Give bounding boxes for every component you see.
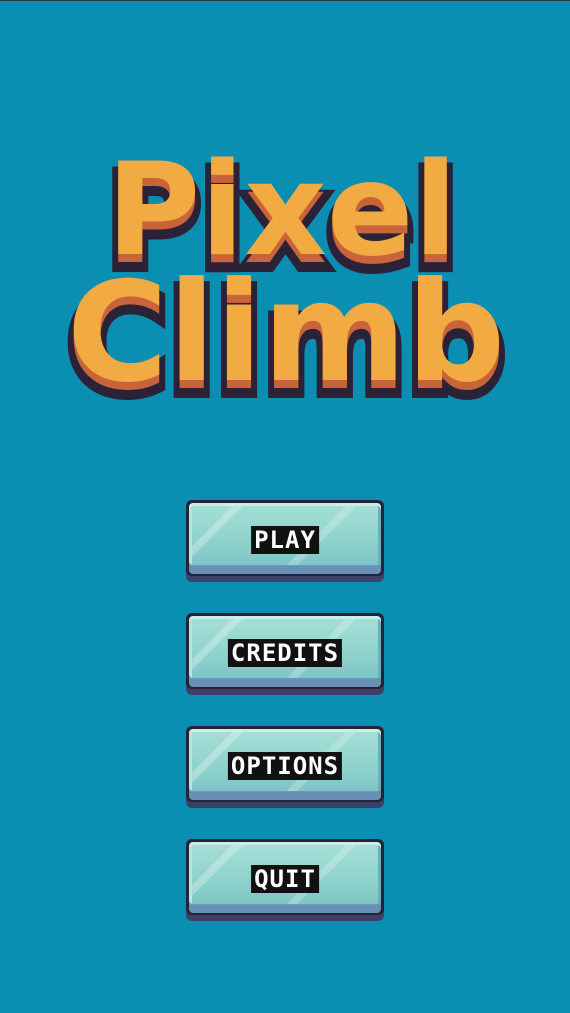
credits-button[interactable]: CREDITS [186, 613, 384, 695]
options-button[interactable]: OPTIONS [186, 726, 384, 808]
options-button-label: OPTIONS [227, 752, 343, 780]
logo-line-2-text: Climb [67, 252, 505, 413]
main-menu: PLAY CREDITS OPTIONS QUIT [186, 500, 384, 952]
button-bottom-edge [189, 566, 381, 574]
quit-button[interactable]: QUIT [186, 839, 384, 921]
button-bottom-edge [189, 679, 381, 687]
button-bottom-edge [189, 905, 381, 913]
quit-button-label: QUIT [251, 865, 319, 893]
credits-button-label: CREDITS [227, 639, 343, 667]
button-bottom-edge [189, 792, 381, 800]
logo-line-2: Climb Climb Climb [61, 252, 511, 420]
game-logo: Pixel Pixel Pixel Climb Climb Climb [0, 0, 570, 420]
game-logo-svg: Pixel Pixel Pixel Climb Climb Climb [61, 136, 511, 420]
play-button-label: PLAY [251, 526, 319, 554]
play-button[interactable]: PLAY [186, 500, 384, 582]
